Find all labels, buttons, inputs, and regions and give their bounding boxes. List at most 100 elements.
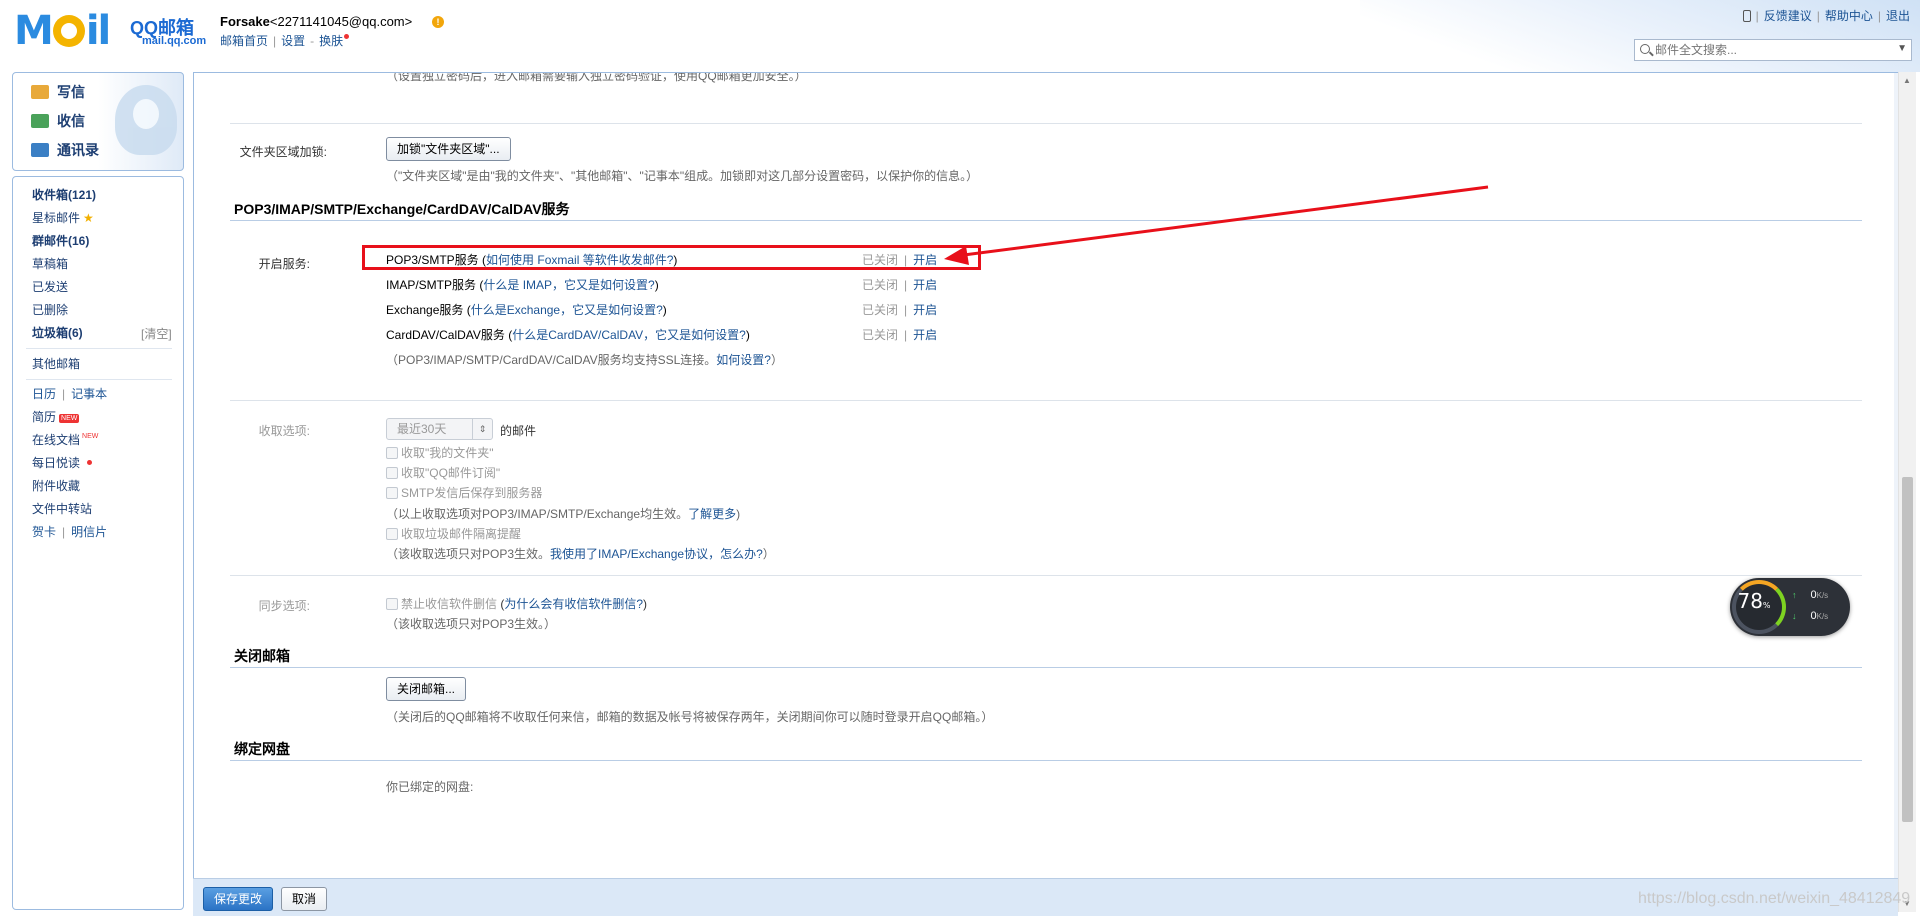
compose-icon [31,85,49,99]
annotation-arrow [944,185,1489,265]
postcard-link[interactable]: 明信片 [71,525,107,539]
search-icon[interactable] [1640,44,1650,54]
exchange-help-link[interactable]: 什么是Exchange，它又是如何设置? [471,303,663,317]
account-warning-icon[interactable]: ! [432,16,444,28]
new-dot-icon [344,34,350,39]
receive-options-label: 收取选项: [258,424,310,438]
save-changes-button[interactable]: 保存更改 [203,887,274,911]
bind-disk-section-title: 绑定网盘 [234,741,290,757]
enable-service-label: 开启服务: [258,257,310,271]
sidebar-item-cards: 贺卡 | 明信片 [32,525,108,539]
settings-account-page: （设置独立密码后，进入邮箱需要输入独立密码验证，使用QQ邮箱更加安全。） 文件夹… [194,73,1894,882]
scrollbar-thumb[interactable] [1902,477,1913,822]
sidebar-item-spam[interactable]: 垃圾箱(6) [32,324,83,341]
service-imap-status: 已关闭 | 开启 [862,278,938,292]
sidebar-item-other-mailboxes[interactable]: 其他邮箱 [32,355,80,372]
sync-option-no-delete[interactable]: 禁止收信软件删信 (为什么会有收信软件删信?) [386,595,647,612]
close-mailbox-button[interactable]: 关闭邮箱... [386,677,467,701]
receive-button[interactable]: 收信 [31,111,85,131]
annotation-highlight-box [362,245,981,270]
sidebar-item-attachments[interactable]: 附件收藏 [32,477,80,494]
download-speed: ↓ 0K/s [1792,610,1829,622]
carddav-help-link[interactable]: 什么是CardDAV/CalDAV，它又是如何设置? [512,328,746,342]
checkbox[interactable] [386,598,398,610]
scroll-up-icon[interactable]: ▲ [1903,76,1911,85]
clear-spam-button[interactable]: [清空] [141,325,172,342]
compose-button[interactable]: 写信 [31,82,85,102]
notes-link[interactable]: 记事本 [71,387,107,401]
receive-option-smtp-save[interactable]: SMTP发信后保存到服务器 [386,484,542,501]
greeting-card-link[interactable]: 贺卡 [32,525,56,539]
logout-link[interactable]: 退出 [1886,9,1910,23]
imap-exchange-help-link[interactable]: 我使用了IMAP/Exchange协议，怎么办? [550,547,763,561]
receive-range-suffix: 的邮件 [500,424,537,438]
enable-carddav-button[interactable]: 开启 [913,328,937,342]
change-skin-link[interactable]: 换肤 [319,34,343,48]
mail-home-link[interactable]: 邮箱首页 [220,34,268,48]
download-arrow-icon: ↓ [1792,611,1797,621]
sidebar-item-deleted[interactable]: 已删除 [32,301,68,318]
sidebar-item-sent[interactable]: 已发送 [32,278,68,295]
upload-arrow-icon: ↑ [1792,590,1797,600]
qq-mail-logo[interactable]: Mil QQ邮箱 mail.qq.com [14,8,207,54]
sidebar-item-daily-reading[interactable]: 每日悦读 [32,454,93,471]
settings-content: （设置独立密码后，进入邮箱需要输入独立密码验证，使用QQ邮箱更加安全。） 文件夹… [194,73,1904,882]
feedback-link[interactable]: 反馈建议 [1764,9,1812,23]
sidebar-item-drafts[interactable]: 草稿箱 [32,255,68,272]
imap-help-link[interactable]: 什么是 IMAP，它又是如何设置? [483,278,654,292]
folder-sidebar: 收件箱(121) 星标邮件 ★ 群邮件(16) 草稿箱 已发送 已删除 垃圾箱(6… [12,176,184,910]
chevron-down-icon[interactable]: ▼ [1897,43,1907,54]
checkbox[interactable] [386,467,398,479]
divider [230,575,1862,576]
folder-lock-button[interactable]: 加锁"文件夹区域"... [386,137,511,161]
learn-more-link[interactable]: 了解更多 [688,507,736,521]
checkbox[interactable] [386,447,398,459]
folder-lock-label: 文件夹区域加锁: [239,145,327,159]
bound-disk-hint: 你已绑定的网盘: [386,780,474,794]
sidebar-item-docs[interactable]: 在线文档 NEW [32,431,98,448]
header-links: 邮箱首页 | 设置 - 换肤 [220,32,350,49]
logo-url: mail.qq.com [142,35,207,47]
help-center-link[interactable]: 帮助中心 [1825,9,1873,23]
ssl-hint: （POP3/IMAP/SMTP/CardDAV/CalDAV服务均支持SSL连接… [386,353,783,367]
vertical-scrollbar[interactable]: ▲ ▼ [1898,72,1916,912]
divider [230,667,1862,668]
enable-imap-button[interactable]: 开启 [913,278,937,292]
top-right-links: | 反馈建议 | 帮助中心 | 退出 [1742,7,1910,24]
receive-range-select[interactable]: 最近30天 ⇕ [386,418,493,440]
penguin-decoration [115,85,177,155]
service-carddav-caldav: CardDAV/CalDAV服务 (什么是CardDAV/CalDAV，它又是如… [386,328,750,342]
receive-option-subscriptions[interactable]: 收取"QQ邮件订阅" [386,464,500,481]
settings-link[interactable]: 设置 [281,34,305,48]
sidebar-item-inbox[interactable]: 收件箱(121) [32,186,96,203]
mobile-icon[interactable] [1742,10,1751,22]
receive-option-spam-notice[interactable]: 收取垃圾邮件隔离提醒 [386,525,521,542]
ssl-help-link[interactable]: 如何设置? [716,353,771,367]
logo-mark: Mil [14,8,111,54]
receive-option-my-folders[interactable]: 收取"我的文件夹" [386,444,494,461]
sidebar-item-file-transfer[interactable]: 文件中转站 [32,500,92,517]
upload-speed: ↑ 0K/s [1792,589,1829,601]
divider [230,123,1862,124]
contacts-button[interactable]: 通讯录 [31,140,99,160]
sync-help-link[interactable]: 为什么会有收信软件删信? [504,597,643,611]
header: Mil QQ邮箱 mail.qq.com Forsake<2271141045@… [0,0,1920,72]
checkbox[interactable] [386,487,398,499]
sidebar-item-group[interactable]: 群邮件(16) [32,232,89,249]
receive-options-hint: （以上收取选项对POP3/IMAP/SMTP/Exchange均生效。了解更多) [386,507,741,521]
sidebar-item-starred[interactable]: 星标邮件 ★ [32,209,94,226]
unread-dot-icon [87,460,93,465]
search-input[interactable] [1655,42,1885,58]
divider [26,348,172,349]
network-speed-widget[interactable]: 78% ↑ 0K/s ↓ 0K/s [1730,578,1850,636]
sidebar-item-resume[interactable]: 简历 NEW [32,408,80,425]
calendar-link[interactable]: 日历 [32,387,56,401]
enable-exchange-button[interactable]: 开启 [913,303,937,317]
new-badge: NEW [59,414,80,423]
checkbox[interactable] [386,528,398,540]
sync-option-hint: （该收取选项只对POP3生效。） [386,617,557,631]
mail-search-box[interactable]: ▼ [1634,39,1912,61]
cancel-button[interactable]: 取消 [281,887,328,911]
quick-actions-panel: 写信 收信 通讯录 [12,72,184,171]
pop-imap-section-title: POP3/IMAP/SMTP/Exchange/CardDAV/CalDAV服务 [234,201,570,217]
